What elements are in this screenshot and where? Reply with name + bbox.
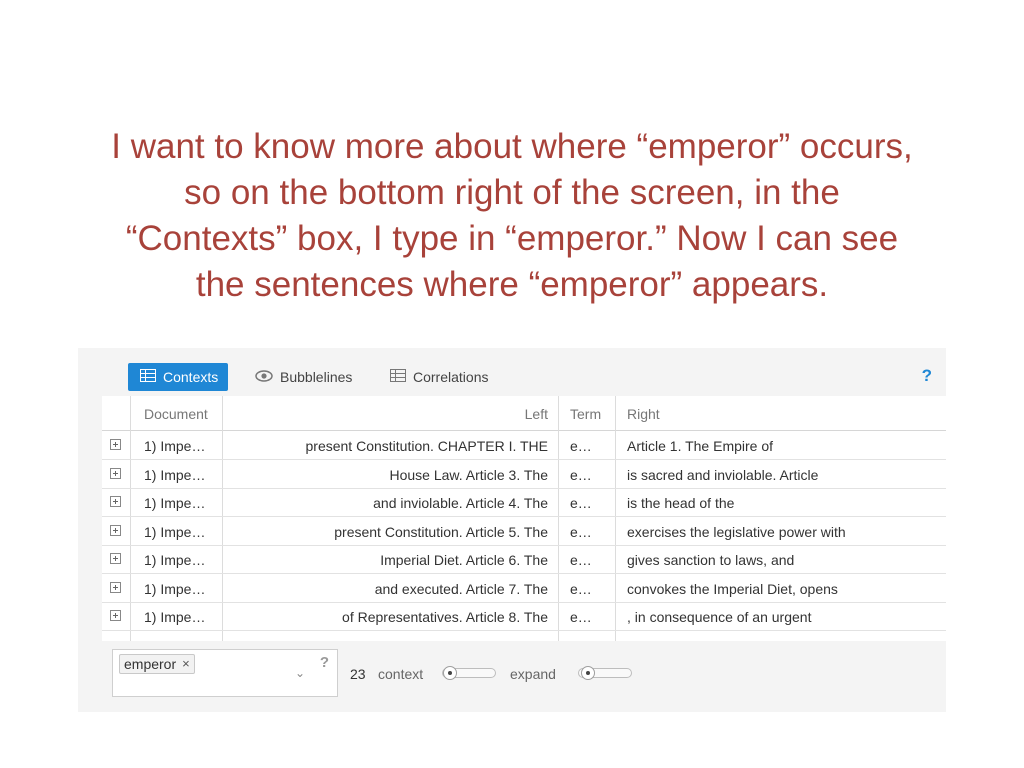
context-slider[interactable] bbox=[442, 666, 496, 680]
cell-document: 1) Impe… bbox=[144, 581, 206, 597]
cell-document: 1) Impe… bbox=[144, 524, 206, 540]
cell-document: 1) Impe… bbox=[144, 467, 206, 483]
contexts-table: Document Left Term Right 1) Impe… presen… bbox=[102, 396, 946, 641]
cell-term: e… bbox=[570, 581, 592, 597]
cell-left: present Constitution. Article 5. The bbox=[334, 524, 548, 540]
cell-right: convokes the Imperial Diet, opens bbox=[627, 581, 838, 597]
column-header-right[interactable]: Right bbox=[627, 406, 660, 422]
context-slider-label: context bbox=[378, 666, 424, 682]
context-count: 23 bbox=[350, 666, 366, 682]
tab-bar: Contexts Bubblelines Correlations ? bbox=[78, 348, 946, 396]
cell-left: and inviolable. Article 4. The bbox=[373, 495, 548, 511]
search-term-label: emperor bbox=[124, 656, 177, 672]
cell-term: e… bbox=[570, 524, 592, 540]
context-slider-handle[interactable] bbox=[443, 666, 457, 680]
column-header-term[interactable]: Term bbox=[570, 406, 601, 422]
cell-left: House Law. Article 3. The bbox=[389, 467, 549, 483]
caption-line-2: so on the bottom right of the screen, in… bbox=[184, 173, 840, 212]
search-help-icon[interactable]: ? bbox=[320, 654, 329, 671]
cell-term: e… bbox=[570, 609, 592, 625]
grid-icon bbox=[140, 369, 156, 385]
table-row[interactable]: 1) Impe… present Constitution. Article 5… bbox=[102, 517, 946, 546]
tab-contexts[interactable]: Contexts bbox=[128, 363, 229, 391]
table-row[interactable]: 1) Impe… of Representatives. Article 8. … bbox=[102, 602, 946, 631]
table-row[interactable]: 1) Impe… House Law. Article 3. The e… is… bbox=[102, 460, 946, 489]
expand-slider[interactable] bbox=[578, 666, 632, 680]
cell-right: gives sanction to laws, and bbox=[627, 552, 795, 568]
eye-icon bbox=[255, 369, 273, 385]
caption-line-3: “Contexts” box, I type in “emperor.” Now… bbox=[125, 219, 899, 258]
expand-row-icon[interactable] bbox=[110, 610, 121, 621]
column-header-document[interactable]: Document bbox=[144, 406, 208, 422]
tab-bubblelines-label: Bubblelines bbox=[280, 369, 353, 385]
table-row[interactable]: 1) Impe… present Constitution. CHAPTER I… bbox=[102, 431, 946, 460]
cell-right: , in consequence of an urgent bbox=[627, 609, 812, 625]
table-row[interactable]: 1) Impe… Imperial Diet. Article 6. The e… bbox=[102, 545, 946, 574]
table-header: Document Left Term Right bbox=[102, 396, 946, 431]
expand-slider-handle[interactable] bbox=[581, 666, 595, 680]
search-terms-box[interactable]: emperor × ⌄ ? bbox=[112, 649, 338, 697]
remove-term-icon[interactable]: × bbox=[182, 655, 190, 673]
expand-row-icon[interactable] bbox=[110, 582, 121, 593]
slide: I want to know more about where “emperor… bbox=[0, 0, 1024, 768]
cell-term: e… bbox=[570, 467, 592, 483]
cell-term: e… bbox=[570, 495, 592, 511]
expand-row-icon[interactable] bbox=[110, 553, 121, 564]
table-row[interactable]: 1) Impe… and inviolable. Article 4. The … bbox=[102, 488, 946, 517]
expand-row-icon[interactable] bbox=[110, 468, 121, 479]
cell-document: 1) Impe… bbox=[144, 552, 206, 568]
cell-left: Imperial Diet. Article 6. The bbox=[380, 552, 548, 568]
cell-left: of Representatives. Article 8. The bbox=[342, 609, 548, 625]
caption-line-1: I want to know more about where “emperor… bbox=[111, 127, 913, 166]
cell-right: is sacred and inviolable. Article bbox=[627, 467, 819, 483]
expand-slider-label: expand bbox=[510, 666, 556, 682]
cell-document: 1) Impe… bbox=[144, 438, 206, 454]
expand-row-icon[interactable] bbox=[110, 439, 121, 450]
cell-right: is the head of the bbox=[627, 495, 735, 511]
cell-term: e… bbox=[570, 438, 592, 454]
search-term-chip[interactable]: emperor × bbox=[119, 654, 195, 674]
tab-correlations[interactable]: Correlations bbox=[390, 363, 488, 391]
tab-bubblelines[interactable]: Bubblelines bbox=[255, 363, 352, 391]
cell-right: Article 1. The Empire of bbox=[627, 438, 774, 454]
cell-document: 1) Impe… bbox=[144, 495, 206, 511]
table-row[interactable]: 1) Impe… and executed. Article 7. The e…… bbox=[102, 574, 946, 603]
footer-strip bbox=[78, 706, 946, 712]
contexts-toolbar: emperor × ⌄ ? 23 context expand bbox=[102, 641, 946, 703]
grid-icon bbox=[390, 369, 406, 385]
expand-row-icon[interactable] bbox=[110, 525, 121, 536]
tab-correlations-label: Correlations bbox=[413, 369, 489, 385]
chevron-down-icon[interactable]: ⌄ bbox=[295, 666, 305, 680]
cell-left: and executed. Article 7. The bbox=[374, 581, 548, 597]
cell-left: present Constitution. CHAPTER I. THE bbox=[305, 438, 549, 454]
voyant-contexts-panel: Contexts Bubblelines Correlations ? Docu… bbox=[78, 348, 946, 712]
expand-row-icon[interactable] bbox=[110, 496, 121, 507]
cell-document: 1) Impe… bbox=[144, 609, 206, 625]
tab-contexts-label: Contexts bbox=[163, 369, 219, 385]
help-icon[interactable]: ? bbox=[922, 366, 932, 386]
column-header-left[interactable]: Left bbox=[525, 406, 548, 422]
slide-caption: I want to know more about where “emperor… bbox=[60, 124, 964, 308]
caption-line-4: the sentences where “emperor” appears. bbox=[195, 265, 829, 304]
cell-term: e… bbox=[570, 552, 592, 568]
cell-right: exercises the legislative power with bbox=[627, 524, 846, 540]
